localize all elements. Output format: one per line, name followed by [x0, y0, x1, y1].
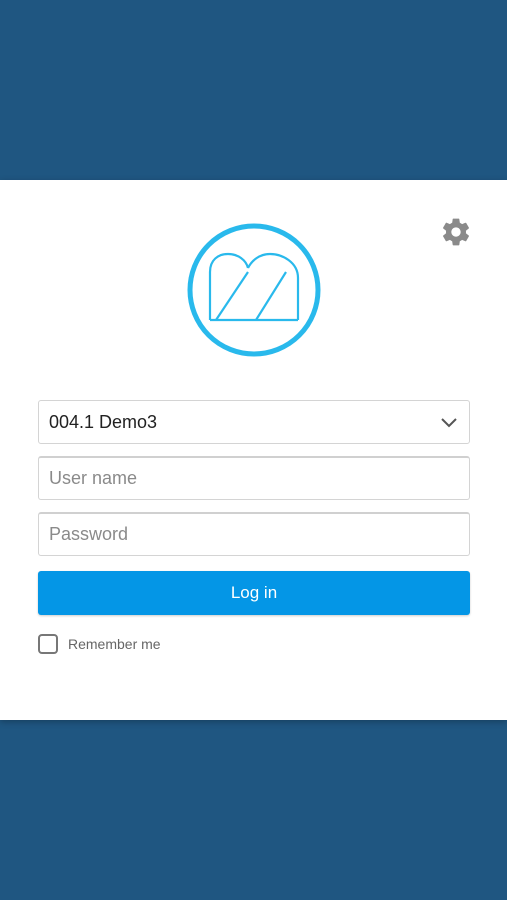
- gear-icon[interactable]: [440, 216, 472, 248]
- server-select[interactable]: 004.1 Demo3: [38, 400, 470, 444]
- remember-me[interactable]: Remember me: [38, 634, 161, 654]
- chevron-down-icon: [441, 418, 457, 428]
- password-input[interactable]: [38, 512, 470, 556]
- username-input[interactable]: [38, 456, 470, 500]
- remember-me-label: Remember me: [68, 636, 161, 652]
- app-logo: [187, 223, 321, 357]
- remember-me-checkbox[interactable]: [38, 634, 58, 654]
- server-select-value: 004.1 Demo3: [49, 411, 158, 432]
- login-button[interactable]: Log in: [38, 571, 470, 615]
